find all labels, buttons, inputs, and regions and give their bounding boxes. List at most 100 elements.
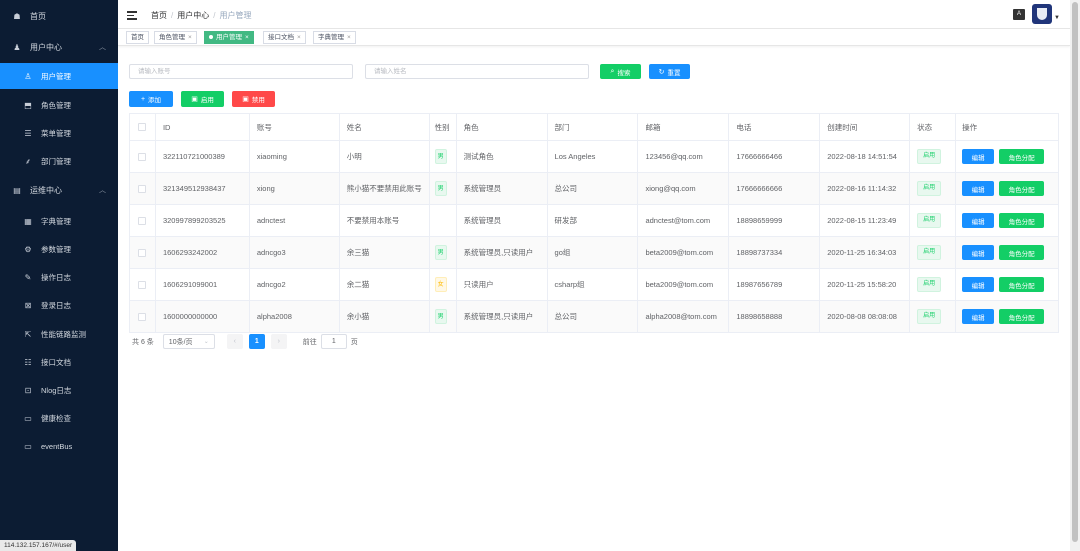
actions-cell: 编辑 角色分配 bbox=[956, 141, 1060, 172]
page-number-current[interactable]: 1 bbox=[248, 334, 265, 349]
close-icon[interactable]: × bbox=[347, 34, 351, 41]
account-input[interactable] bbox=[129, 64, 353, 79]
select-all-checkbox[interactable] bbox=[138, 123, 147, 131]
add-button[interactable]: + 添加 bbox=[129, 91, 173, 107]
table-row[interactable]: 320997899203525 adnctest 不要禁用本账号 系统管理员 研… bbox=[130, 205, 1060, 237]
enable-button[interactable]: ▣ 启用 bbox=[181, 91, 224, 107]
sidebar-item-user-center[interactable]: ♟ 用户中心 ︿ bbox=[0, 34, 118, 60]
sidebar-item-home[interactable]: ☗ 首页 bbox=[0, 3, 118, 29]
prev-page-button[interactable]: ‹ bbox=[226, 334, 243, 349]
edit-button[interactable]: 编辑 bbox=[962, 213, 995, 228]
sidebar-item-label: 首页 bbox=[30, 11, 46, 21]
row-checkbox[interactable] bbox=[138, 184, 147, 193]
row-checkbox[interactable] bbox=[138, 280, 147, 289]
sidebar-item-operation-log[interactable]: ✎ 操作日志 bbox=[0, 264, 118, 290]
avatar[interactable] bbox=[1032, 4, 1052, 24]
param-icon: ⚙ bbox=[24, 244, 32, 254]
scrollbar-thumb[interactable] bbox=[1072, 2, 1078, 542]
account-cell: adncgo3 bbox=[250, 237, 340, 268]
edit-button[interactable]: 编辑 bbox=[962, 277, 995, 292]
role-assign-button[interactable]: 角色分配 bbox=[999, 309, 1045, 324]
role-assign-button[interactable]: 角色分配 bbox=[999, 245, 1045, 260]
user-table: ID 账号 姓名 性别 角色 部门 邮箱 电话 创建时间 状态 操作 32211… bbox=[129, 113, 1060, 333]
status-cell: 启用 bbox=[910, 141, 957, 172]
sex-tag: 女 bbox=[434, 277, 447, 292]
reset-button[interactable]: ↻ 重置 bbox=[649, 64, 690, 79]
sidebar-item-dept-management[interactable]: ⸙ 部门管理 bbox=[0, 148, 118, 174]
sidebar-item-login-log[interactable]: ⊠ 登录日志 bbox=[0, 292, 118, 318]
tag-role-management[interactable]: 角色管理 × bbox=[154, 31, 197, 44]
sidebar-item-param-management[interactable]: ⚙ 参数管理 bbox=[0, 236, 118, 262]
created-cell: 2020-08-08 08:08:08 bbox=[820, 301, 911, 332]
goto-page-input[interactable] bbox=[320, 334, 347, 349]
column-header: 性别 bbox=[430, 114, 457, 140]
breadcrumb-user-center[interactable]: 用户中心 bbox=[177, 11, 209, 20]
search-button[interactable]: ⌕ 搜索 bbox=[600, 64, 641, 79]
account-cell: xiaoming bbox=[250, 141, 340, 172]
sidebar-item-eventbus[interactable]: ▭ eventBus bbox=[0, 433, 118, 459]
sidebar-item-menu-management[interactable]: ☰ 菜单管理 bbox=[0, 120, 118, 146]
page-size-select[interactable]: 10条/页 ⌄ bbox=[162, 334, 215, 349]
edit-button[interactable]: 编辑 bbox=[962, 245, 995, 260]
actions-cell: 编辑 角色分配 bbox=[956, 237, 1060, 268]
disable-button[interactable]: ▣ 禁用 bbox=[232, 91, 275, 107]
reset-button-label: 重置 bbox=[667, 69, 681, 77]
sidebar-item-api-doc[interactable]: ☷ 接口文档 bbox=[0, 349, 118, 375]
sidebar-item-label: 性能链路监测 bbox=[41, 329, 86, 339]
column-header: 创建时间 bbox=[820, 114, 911, 140]
tag-dict-management[interactable]: 字典管理 × bbox=[313, 31, 356, 44]
id-cell: 1606291099001 bbox=[156, 269, 250, 300]
sidebar-item-user-management[interactable]: ♙ 用户管理 bbox=[0, 63, 118, 89]
tag-home[interactable]: 首页 bbox=[126, 31, 149, 44]
id-cell: 320997899203525 bbox=[156, 205, 250, 236]
table-row[interactable]: 1606293242002 adncgo3 余三猫 男 系统管理员,只读用户 g… bbox=[130, 237, 1060, 269]
close-icon[interactable]: × bbox=[245, 34, 249, 41]
table-row[interactable]: 321349512938437 xiong 熊小猫不要禁用此账号 男 系统管理员… bbox=[130, 173, 1060, 205]
table-row[interactable]: 1606291099001 adncgo2 余二猫 女 只读用户 csharp组… bbox=[130, 269, 1060, 301]
edit-button[interactable]: 编辑 bbox=[962, 309, 995, 324]
name-cell: 余小猫 bbox=[340, 301, 430, 332]
close-icon[interactable]: × bbox=[188, 34, 192, 41]
column-header: 账号 bbox=[250, 114, 340, 140]
row-checkbox[interactable] bbox=[138, 216, 147, 225]
name-cell: 余二猫 bbox=[340, 269, 430, 300]
tag-user-management[interactable]: 用户管理 × bbox=[204, 31, 254, 44]
name-input[interactable] bbox=[365, 64, 589, 79]
pagination: 共 6 条 10条/页 ⌄ ‹ 1 › 前往 页 bbox=[132, 334, 358, 349]
row-checkbox[interactable] bbox=[138, 312, 147, 321]
search-icon: ⌕ bbox=[610, 67, 615, 75]
sidebar-item-label: 健康检查 bbox=[41, 413, 71, 423]
edit-button[interactable]: 编辑 bbox=[962, 149, 995, 164]
row-checkbox[interactable] bbox=[138, 152, 147, 161]
tag-label: 首页 bbox=[131, 34, 144, 41]
page-scrollbar[interactable] bbox=[1070, 0, 1080, 551]
phone-cell: 18898659999 bbox=[729, 205, 821, 236]
role-assign-button[interactable]: 角色分配 bbox=[999, 213, 1045, 228]
close-icon[interactable]: × bbox=[297, 34, 301, 41]
role-assign-button[interactable]: 角色分配 bbox=[999, 149, 1045, 164]
sidebar-item-nlog[interactable]: ⊡ Nlog日志 bbox=[0, 377, 118, 403]
sidebar-item-dict-management[interactable]: ▦ 字典管理 bbox=[0, 208, 118, 234]
role-assign-button[interactable]: 角色分配 bbox=[999, 277, 1045, 292]
caret-down-icon[interactable]: ▼ bbox=[1054, 15, 1060, 21]
sex-cell: 女 bbox=[430, 269, 457, 300]
table-row[interactable]: 1600000000000 alpha2008 余小猫 男 系统管理员,只读用户… bbox=[130, 301, 1060, 333]
sidebar-item-role-management[interactable]: ⬒ 角色管理 bbox=[0, 92, 118, 118]
sidebar-item-health-check[interactable]: ▭ 健康检查 bbox=[0, 405, 118, 431]
sidebar-item-label: 参数管理 bbox=[41, 244, 71, 254]
role-assign-button[interactable]: 角色分配 bbox=[999, 181, 1045, 196]
next-page-button[interactable]: › bbox=[270, 334, 287, 349]
breadcrumb-home[interactable]: 首页 bbox=[151, 11, 167, 20]
language-icon[interactable]: A bbox=[1013, 9, 1025, 20]
tag-api-doc[interactable]: 接口文档 × bbox=[263, 31, 306, 44]
sidebar-item-ops-center[interactable]: ▤ 运维中心 ︿ bbox=[0, 177, 118, 203]
hamburger-icon[interactable] bbox=[127, 11, 137, 20]
edit-button[interactable]: 编辑 bbox=[962, 181, 995, 196]
table-row[interactable]: 322110721000389 xiaoming 小明 男 测试角色 Los A… bbox=[130, 141, 1060, 173]
status-cell: 启用 bbox=[910, 269, 957, 300]
sidebar-item-performance-monitor[interactable]: ⇱ 性能链路监测 bbox=[0, 321, 118, 347]
row-checkbox[interactable] bbox=[138, 248, 147, 257]
sex-tag: 男 bbox=[434, 181, 447, 196]
tree-icon: ⸙ bbox=[25, 156, 31, 166]
phone-cell: 17666666666 bbox=[729, 173, 821, 204]
